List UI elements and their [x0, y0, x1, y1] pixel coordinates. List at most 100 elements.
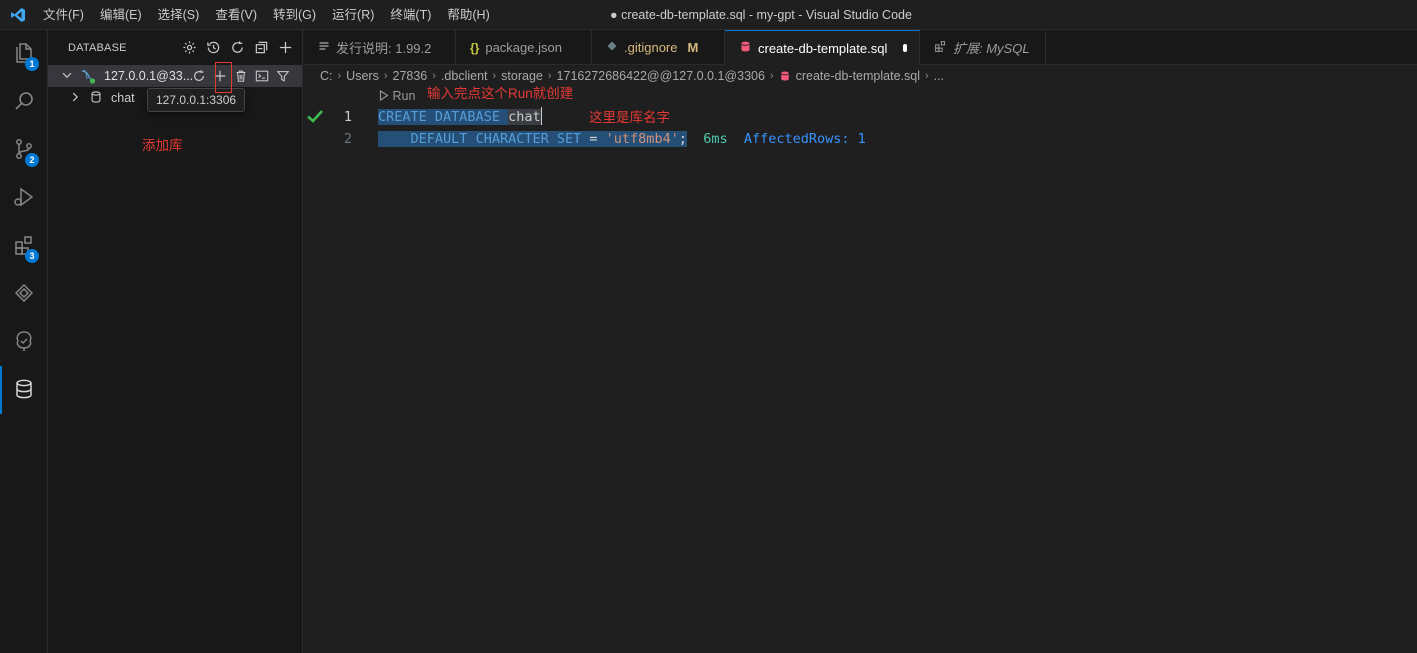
chevron-right-icon: ›: [924, 70, 929, 82]
keyword: DEFAULT: [410, 131, 468, 147]
activity-database[interactable]: [0, 366, 48, 414]
testing-icon: [12, 329, 36, 356]
unsaved-dot-icon[interactable]: [903, 44, 907, 52]
mysql-connection-icon: [79, 67, 97, 88]
chevron-right-icon: ›: [337, 70, 342, 82]
breadcrumb-item[interactable]: create-db-template.sql: [796, 69, 920, 83]
menu-terminal[interactable]: 终端(T): [382, 0, 439, 30]
semicolon: ;: [678, 131, 687, 147]
extensions-badge: 3: [25, 249, 39, 263]
database-icon: [12, 377, 36, 404]
tab-package-json[interactable]: {} package.json: [456, 30, 592, 65]
activity-remote[interactable]: [0, 270, 48, 318]
add-connection-icon[interactable]: [276, 39, 294, 57]
tab-extension-mysql[interactable]: 扩展: MySQL: [920, 30, 1046, 65]
database-cylinder-icon: [89, 90, 103, 107]
keyword: DATABASE: [434, 109, 500, 125]
execution-time: 6ms: [703, 131, 728, 147]
database-sidebar: DATABASE 127.0.0.1@33... chat 127.0.0.1:…: [48, 30, 303, 653]
line-number: 2: [343, 131, 352, 147]
sidebar-header: DATABASE: [48, 30, 302, 65]
keyword: CREATE: [378, 109, 427, 125]
menu-selection[interactable]: 选择(S): [150, 0, 208, 30]
run-debug-icon: [12, 185, 36, 212]
tab-release-notes[interactable]: 发行说明: 1.99.2: [304, 30, 456, 65]
git-diamond-icon: [606, 40, 618, 55]
code-editor[interactable]: Run 输入完点这个Run就创建 这里是库名字 1 CREATE DATABAS…: [304, 86, 1417, 653]
connection-row[interactable]: 127.0.0.1@33...: [48, 65, 302, 87]
refresh-icon[interactable]: [228, 39, 246, 57]
source-control-badge: 2: [25, 153, 39, 167]
refresh-connection-icon[interactable]: [190, 67, 208, 85]
add-database-highlight-box: [215, 62, 232, 93]
connection-label: 127.0.0.1@33...: [104, 69, 194, 83]
modified-badge: M: [687, 40, 699, 55]
activity-search[interactable]: [0, 78, 48, 126]
sidebar-title: DATABASE: [68, 41, 127, 54]
chevron-right-icon: ›: [432, 70, 436, 82]
keyword: SET: [556, 131, 582, 147]
editor-tabs: 发行说明: 1.99.2 {} package.json .gitignore …: [304, 30, 1417, 65]
explorer-badge: 1: [25, 57, 39, 71]
breadcrumb-item[interactable]: C:: [320, 69, 333, 83]
operator: =: [589, 131, 598, 147]
tab-create-db-template[interactable]: create-db-template.sql: [725, 30, 920, 65]
breadcrumb-item[interactable]: Users: [346, 69, 379, 83]
extensions-icon: [934, 40, 947, 56]
activity-explorer[interactable]: 1: [0, 30, 48, 78]
history-icon[interactable]: [204, 39, 222, 57]
menu-help[interactable]: 帮助(H): [439, 0, 497, 30]
activity-run-debug[interactable]: [0, 174, 48, 222]
title-bar: 文件(F) 编辑(E) 选择(S) 查看(V) 转到(G) 运行(R) 终端(T…: [0, 0, 1417, 30]
chevron-right-icon: ›: [492, 70, 497, 82]
menu-file[interactable]: 文件(F): [35, 0, 92, 30]
database-file-icon: [739, 40, 752, 56]
code-text: CREATE DATABASE chat: [378, 106, 542, 128]
json-braces-icon: {}: [470, 40, 480, 55]
menu-run[interactable]: 运行(R): [324, 0, 382, 30]
annotation-add-database: 添加库: [142, 138, 183, 153]
breadcrumb-item[interactable]: .dbclient: [441, 69, 488, 83]
activity-bar: 1 2 3: [0, 30, 48, 653]
run-codelens-label: Run: [392, 89, 416, 103]
settings-gear-icon[interactable]: [180, 39, 198, 57]
tab-label: create-db-template.sql: [758, 40, 888, 56]
menu-edit[interactable]: 编辑(E): [92, 0, 150, 30]
breadcrumb-item[interactable]: 1716272686422@@127.0.0.1@3306: [557, 69, 765, 83]
delete-trash-icon[interactable]: [232, 67, 250, 85]
collapse-all-icon[interactable]: [252, 39, 270, 57]
string-literal: 'utf8mb4': [605, 131, 679, 147]
sidebar-actions: [180, 30, 294, 65]
text-cursor: [540, 107, 542, 125]
chevron-down-icon[interactable]: [60, 68, 74, 85]
annotation-run-hint: 输入完点这个Run就创建: [427, 86, 574, 101]
activity-testing[interactable]: [0, 318, 48, 366]
activity-extensions[interactable]: 3: [0, 222, 48, 270]
chevron-right-icon: ›: [769, 70, 774, 82]
keyword: CHARACTER: [475, 131, 549, 147]
breadcrumb-item[interactable]: ...: [934, 69, 944, 83]
list-icon: [318, 40, 330, 55]
chevron-right-icon[interactable]: [68, 90, 82, 107]
menu-go[interactable]: 转到(G): [265, 0, 324, 30]
terminal-icon[interactable]: [253, 67, 271, 85]
filter-icon[interactable]: [274, 67, 292, 85]
tab-label: 扩展: MySQL: [953, 41, 1030, 56]
remote-explorer-icon: [12, 281, 36, 308]
menu-view[interactable]: 查看(V): [207, 0, 265, 30]
code-line-1: 1 CREATE DATABASE chat: [304, 106, 1417, 128]
tab-gitignore[interactable]: .gitignore M: [592, 30, 725, 65]
activity-source-control[interactable]: 2: [0, 126, 48, 174]
tab-label: .gitignore: [624, 40, 678, 55]
vscode-logo-icon: [0, 0, 35, 30]
code-line-2: 2 DEFAULT CHARACTER SET = 'utf8mb4'; 6ms…: [304, 128, 1417, 150]
tab-label: 发行说明: 1.99.2: [336, 41, 432, 56]
chevron-right-icon: ›: [547, 70, 552, 82]
code-text: DEFAULT CHARACTER SET = 'utf8mb4'; 6ms A…: [378, 128, 866, 150]
breadcrumb-item[interactable]: 27836: [393, 69, 428, 83]
tab-label: package.json: [485, 40, 562, 55]
breadcrumb-item[interactable]: storage: [501, 69, 543, 83]
affected-rows: AffectedRows: 1: [743, 131, 866, 147]
run-codelens[interactable]: Run: [379, 89, 415, 103]
